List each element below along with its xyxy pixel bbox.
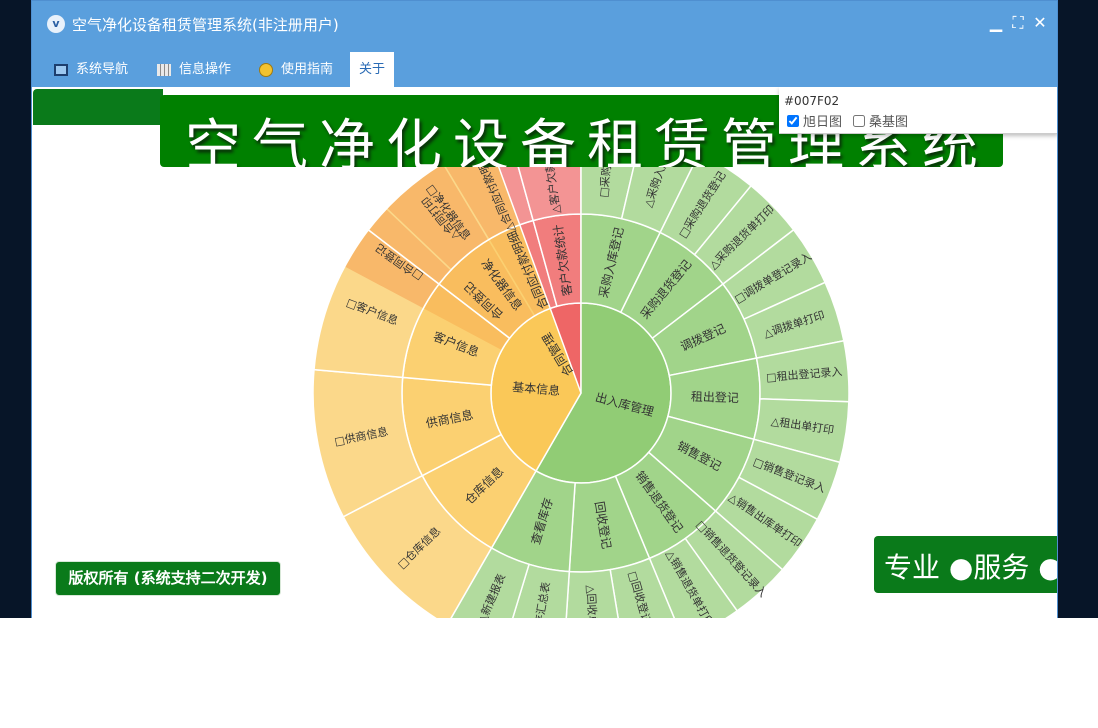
sunburst-branch-label: 租出登记 <box>691 389 739 406</box>
option-label: 桑基图 <box>869 115 909 130</box>
app-logo-icon: v <box>47 15 65 33</box>
sankey-option[interactable]: 桑基图 <box>853 111 908 130</box>
maximize-button[interactable]: ⛶ <box>1009 13 1027 33</box>
window-title: 空气净化设备租赁管理系统(非注册用户) <box>72 16 339 34</box>
app-window: v 空气净化设备租赁管理系统(非注册用户) ▁ ⛶ ✕ 系统导航 信息操作 使用… <box>31 0 1058 618</box>
menu-bar: 系统导航 信息操作 使用指南 关于 <box>32 49 1057 87</box>
main-content: 合同管理 合同登记 □合同登记 △合同打印 合同应付款明细 △合同应付款明细表 客户欠款统计… <box>32 87 1057 618</box>
menu-item-guide[interactable]: 使用指南 <box>259 52 333 87</box>
sunburst-checkbox[interactable] <box>787 115 799 127</box>
help-icon <box>259 62 273 77</box>
menu-item-label: 使用指南 <box>281 62 334 77</box>
monitor-icon <box>54 63 68 76</box>
option-label: 旭日图 <box>803 115 843 130</box>
sankey-checkbox[interactable] <box>853 115 865 127</box>
title-bar[interactable]: v 空气净化设备租赁管理系统(非注册用户) ▁ ⛶ ✕ <box>32 1 1057 49</box>
color-code-label: #007F02 <box>784 94 840 108</box>
sunburst-option[interactable]: 旭日图 <box>787 111 842 130</box>
menu-item-about[interactable]: 关于 <box>350 52 395 87</box>
menu-item-system-nav[interactable]: 系统导航 <box>54 52 128 87</box>
menu-item-label: 信息操作 <box>179 62 232 77</box>
close-button[interactable]: ✕ <box>1031 13 1049 33</box>
grid-icon <box>157 63 171 76</box>
motto-banner: 专业 ●服务 ●价 <box>874 536 1057 593</box>
desktop-background-left <box>0 0 31 618</box>
menu-item-label: 系统导航 <box>76 62 129 77</box>
menu-item-info-ops[interactable]: 信息操作 <box>157 52 231 87</box>
minimize-button[interactable]: ▁ <box>987 13 1005 33</box>
chart-type-panel: #007F02 旭日图 桑基图 <box>779 87 1057 134</box>
motto-text: 专业 ●服务 ●价 <box>884 551 1057 584</box>
menu-item-label: 关于 <box>359 62 386 77</box>
copyright-badge: 版权所有 (系统支持二次开发) <box>55 561 281 596</box>
desktop-background-right <box>1058 0 1098 618</box>
